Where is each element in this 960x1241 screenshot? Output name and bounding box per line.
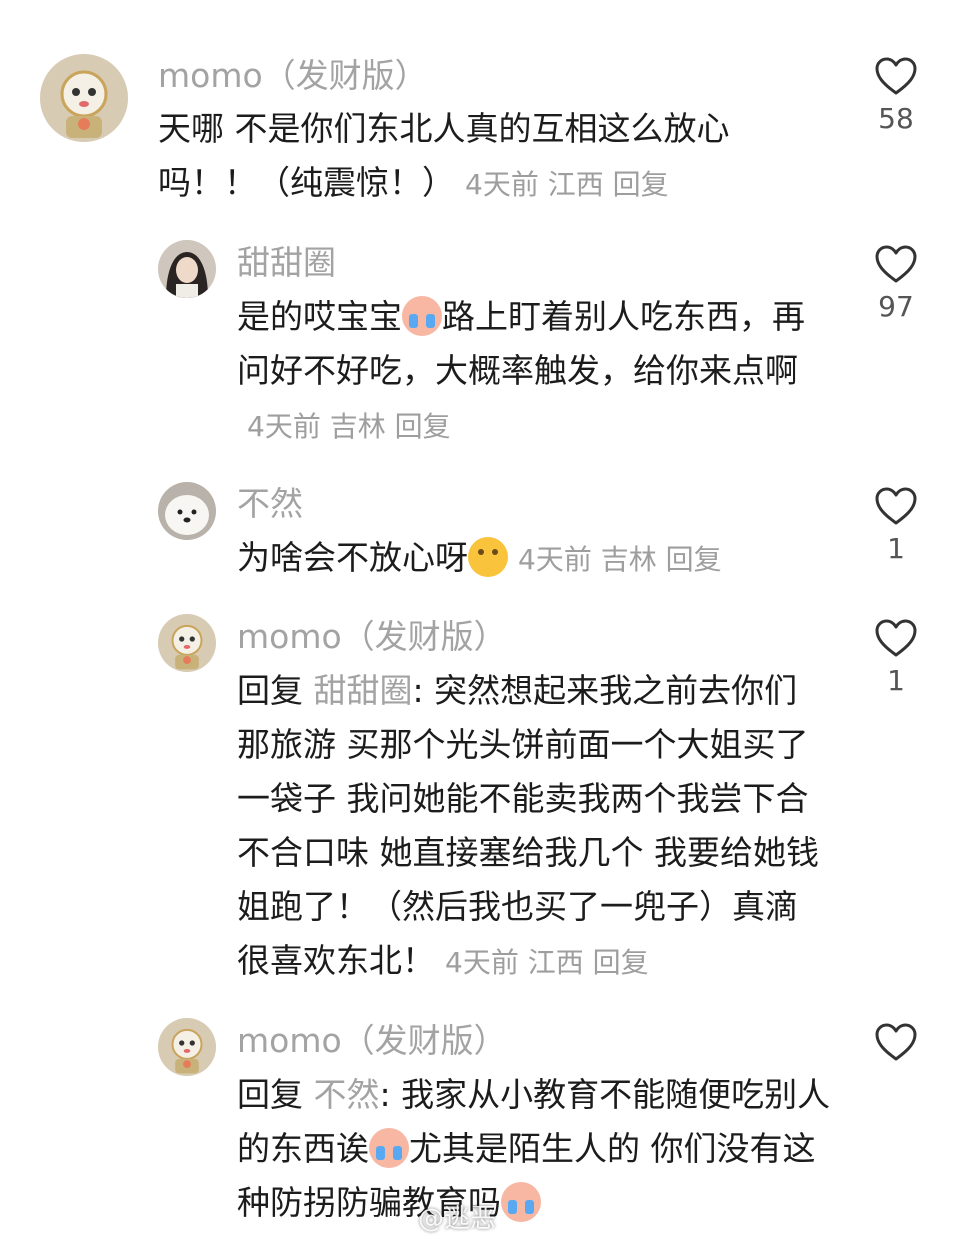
comment-author[interactable]: momo（发财版） [237,617,507,657]
thinking-face-emoji [468,537,508,577]
comment-content: : 突然想起来我之前去你们那旅游 买那个光头饼前面一个大姐买了一袋子 我问她能不… [237,671,819,980]
avatar[interactable] [40,54,128,142]
comment-text: 回复 不然: 我家从小教育不能随便吃别人的东西诶 尤其是陌生人的 你们没有这种防拐… [237,1068,832,1230]
comment-author[interactable]: momo（发财版） [158,56,428,96]
comment-author[interactable]: momo（发财版） [237,1021,507,1061]
cartoon-cat-avatar [158,614,216,672]
reply-target[interactable]: 甜甜圈 [314,671,413,710]
comment-time: 4天前 [465,168,539,201]
heart-icon [875,487,917,525]
crying-face-emoji [402,296,442,336]
comment-time: 4天前 [445,946,519,979]
like-button[interactable]: 1 [870,618,922,697]
comment-meta: 4天前 江西 回复 [465,168,669,201]
comment-text: 是的哎宝宝 路上盯着别人吃东西，再问好不好吃，大概率触发，给你来点啊4天前 吉林 … [237,290,807,454]
cartoon-cat-avatar [158,1018,216,1076]
crying-face-emoji [369,1128,409,1168]
avatar[interactable] [158,240,216,298]
like-count: 1 [887,664,905,697]
comment-author[interactable]: 甜甜圈 [237,243,336,283]
avatar[interactable] [158,1018,216,1076]
comment-content: 是的哎宝宝 [237,297,402,336]
heart-icon [875,619,917,657]
like-count: 1 [887,532,905,565]
like-count: 58 [878,102,914,135]
heart-icon [875,245,917,283]
like-button[interactable]: 97 [870,244,922,323]
avatar[interactable] [158,482,216,540]
reply-target[interactable]: 不然 [314,1075,380,1114]
comment-location: 江西 [547,168,604,201]
comment-location: 吉林 [600,543,657,576]
comment-location: 吉林 [329,410,386,443]
reply-prefix: 回复 [237,1075,303,1114]
comment-meta: 4天前 江西 回复 [445,946,649,979]
reply-button[interactable]: 回复 [593,946,649,979]
like-button[interactable]: 58 [870,56,922,135]
comment-time: 4天前 [247,410,321,443]
reply-prefix: 回复 [237,671,303,710]
heart-icon [875,1023,917,1061]
reply-button[interactable]: 回复 [666,543,722,576]
like-button[interactable] [870,1022,922,1062]
white-dog-avatar [158,482,216,540]
like-count: 97 [878,290,914,323]
comment-author[interactable]: 不然 [237,484,303,524]
comment-location: 江西 [527,946,584,979]
girl-photo-avatar [158,240,216,298]
comment-content: 为啥会不放心呀 [237,538,468,577]
crying-face-emoji [501,1182,541,1222]
cartoon-cat-avatar [40,54,128,142]
comment-meta: 4天前 吉林 回复 [247,410,451,443]
watermark: @逃恶 [418,1204,497,1234]
like-button[interactable]: 1 [870,486,922,565]
comment-text: 天哪 不是你们东北人真的互相这么放心吗！！（纯震惊！） 4天前 江西 回复 [158,102,798,212]
comment-text: 回复 甜甜圈: 突然想起来我之前去你们那旅游 买那个光头饼前面一个大姐买了一袋子… [237,664,827,990]
comment-meta: 4天前 吉林 回复 [518,543,722,576]
reply-button[interactable]: 回复 [395,410,451,443]
avatar[interactable] [158,614,216,672]
reply-button[interactable]: 回复 [613,168,669,201]
heart-icon [875,57,917,95]
comment-text: 为啥会不放心呀 4天前 吉林 回复 [237,531,837,587]
comment-time: 4天前 [518,543,592,576]
